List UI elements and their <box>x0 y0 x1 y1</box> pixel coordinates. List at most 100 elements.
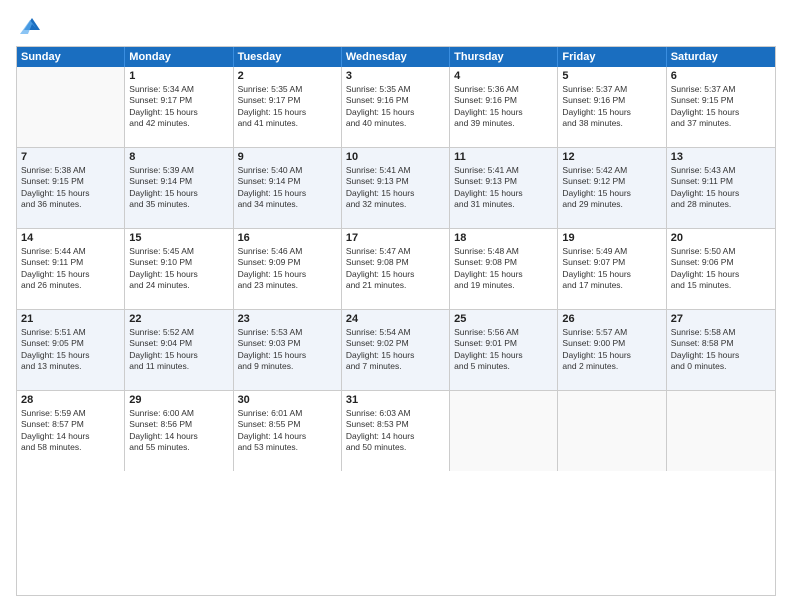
cell-line: Daylight: 15 hours <box>346 269 445 280</box>
cell-line: Sunset: 9:11 PM <box>671 176 771 187</box>
cell-line: Sunrise: 5:42 AM <box>562 165 661 176</box>
cell-line: Sunrise: 5:38 AM <box>21 165 120 176</box>
day-number: 12 <box>562 151 661 163</box>
cell-line: and 7 minutes. <box>346 361 445 372</box>
cell-line: Sunset: 9:05 PM <box>21 338 120 349</box>
day-number: 23 <box>238 313 337 325</box>
cell-line: Sunset: 9:04 PM <box>129 338 228 349</box>
cell-line: Sunrise: 5:37 AM <box>562 84 661 95</box>
cell-line: Daylight: 15 hours <box>671 269 771 280</box>
cell-line: and 39 minutes. <box>454 118 553 129</box>
calendar-cell: 7 Sunrise: 5:38 AMSunset: 9:15 PMDaylight… <box>17 148 125 228</box>
cell-line: Sunrise: 5:45 AM <box>129 246 228 257</box>
cell-line: and 13 minutes. <box>21 361 120 372</box>
calendar-cell: 27Sunrise: 5:58 AMSunset: 8:58 PMDayligh… <box>667 310 775 390</box>
calendar-cell: 5Sunrise: 5:37 AMSunset: 9:16 PMDaylight… <box>558 67 666 147</box>
calendar-body: 1Sunrise: 5:34 AMSunset: 9:17 PMDaylight… <box>17 67 775 471</box>
day-number: 7 <box>21 151 120 163</box>
cell-line: Sunrise: 5:54 AM <box>346 327 445 338</box>
calendar-cell <box>558 391 666 471</box>
cell-line: Sunset: 8:58 PM <box>671 338 771 349</box>
cell-line: Daylight: 15 hours <box>129 188 228 199</box>
cell-line: Daylight: 15 hours <box>129 269 228 280</box>
cell-line: Sunrise: 5:46 AM <box>238 246 337 257</box>
cell-line: Sunset: 9:17 PM <box>238 95 337 106</box>
cell-line: and 2 minutes. <box>562 361 661 372</box>
cell-line: Daylight: 15 hours <box>238 350 337 361</box>
cell-line: Sunset: 9:13 PM <box>346 176 445 187</box>
cell-line: and 21 minutes. <box>346 280 445 291</box>
cell-line: Sunset: 9:14 PM <box>238 176 337 187</box>
cell-line: Sunrise: 5:34 AM <box>129 84 228 95</box>
cell-line: Sunrise: 5:50 AM <box>671 246 771 257</box>
day-number: 20 <box>671 232 771 244</box>
cell-line: Sunset: 9:06 PM <box>671 257 771 268</box>
cell-line: Sunset: 9:15 PM <box>671 95 771 106</box>
cell-line: Sunset: 9:07 PM <box>562 257 661 268</box>
logo <box>16 16 44 36</box>
cell-line: Sunset: 9:08 PM <box>454 257 553 268</box>
cell-line: Daylight: 14 hours <box>238 431 337 442</box>
calendar-row-1: 7Sunrise: 5:38 AMSunset: 9:15 PMDaylight… <box>17 148 775 229</box>
header-day-wednesday: Wednesday <box>342 47 450 67</box>
cell-line: Sunrise: 5:47 AM <box>346 246 445 257</box>
cell-line: and 36 minutes. <box>21 199 120 210</box>
cell-line: and 34 minutes. <box>238 199 337 210</box>
cell-line: and 28 minutes. <box>671 199 771 210</box>
cell-line: Sunset: 9:17 PM <box>129 95 228 106</box>
cell-line: Daylight: 14 hours <box>129 431 228 442</box>
cell-line: and 26 minutes. <box>21 280 120 291</box>
calendar-cell: 10Sunrise: 5:41 AMSunset: 9:13 PMDayligh… <box>342 148 450 228</box>
day-number: 11 <box>454 151 553 163</box>
cell-line: Sunset: 9:03 PM <box>238 338 337 349</box>
cell-line: Daylight: 15 hours <box>454 269 553 280</box>
cell-line: Daylight: 15 hours <box>346 107 445 118</box>
day-number: 28 <box>21 394 120 406</box>
header <box>16 16 776 36</box>
cell-line: Sunset: 9:00 PM <box>562 338 661 349</box>
calendar-cell: 18Sunrise: 5:48 AMSunset: 9:08 PMDayligh… <box>450 229 558 309</box>
day-number: 10 <box>346 151 445 163</box>
calendar-cell: 20 Sunrise: 5:50 AMSunset: 9:06 PMDayligh… <box>667 229 775 309</box>
cell-line: Sunrise: 5:35 AM <box>238 84 337 95</box>
cell-line: Sunset: 9:16 PM <box>562 95 661 106</box>
cell-line: Daylight: 15 hours <box>238 107 337 118</box>
calendar: SundayMondayTuesdayWednesdayThursdayFrid… <box>16 46 776 596</box>
cell-line: Sunrise: 5:36 AM <box>454 84 553 95</box>
cell-line: Sunrise: 5:41 AM <box>346 165 445 176</box>
calendar-cell: 23Sunrise: 5:53 AMSunset: 9:03 PMDayligh… <box>234 310 342 390</box>
cell-line: and 17 minutes. <box>562 280 661 291</box>
cell-line: Sunset: 9:13 PM <box>454 176 553 187</box>
day-number: 22 <box>129 313 228 325</box>
calendar-cell: 30Sunrise: 6:01 AMSunset: 8:55 PMDayligh… <box>234 391 342 471</box>
cell-line: Sunset: 9:16 PM <box>346 95 445 106</box>
cell-line: and 40 minutes. <box>346 118 445 129</box>
cell-line: Daylight: 15 hours <box>562 269 661 280</box>
day-number: 9 <box>238 151 337 163</box>
cell-line: Sunset: 9:08 PM <box>346 257 445 268</box>
cell-line: Daylight: 15 hours <box>21 188 120 199</box>
cell-line: Daylight: 15 hours <box>671 350 771 361</box>
cell-line: and 31 minutes. <box>454 199 553 210</box>
cell-line: Sunset: 9:10 PM <box>129 257 228 268</box>
cell-line: Sunrise: 6:00 AM <box>129 408 228 419</box>
cell-line: Sunset: 9:12 PM <box>562 176 661 187</box>
cell-line: and 23 minutes. <box>238 280 337 291</box>
calendar-cell: 15 Sunrise: 5:45 AMSunset: 9:10 PMDayligh… <box>125 229 233 309</box>
cell-line: Daylight: 15 hours <box>562 107 661 118</box>
cell-line: Sunrise: 5:57 AM <box>562 327 661 338</box>
cell-line: and 15 minutes. <box>671 280 771 291</box>
cell-line: Sunrise: 5:59 AM <box>21 408 120 419</box>
day-number: 15 <box>129 232 228 244</box>
calendar-cell: 11Sunrise: 5:41 AMSunset: 9:13 PMDayligh… <box>450 148 558 228</box>
cell-line: Sunset: 8:57 PM <box>21 419 120 430</box>
cell-line: and 35 minutes. <box>129 199 228 210</box>
cell-line: Daylight: 15 hours <box>238 269 337 280</box>
cell-line: Sunset: 9:15 PM <box>21 176 120 187</box>
day-number: 21 <box>21 313 120 325</box>
cell-line: Sunset: 9:09 PM <box>238 257 337 268</box>
calendar-row-4: 28 Sunrise: 5:59 AMSunset: 8:57 PM Dayligh… <box>17 391 775 471</box>
cell-line: Daylight: 15 hours <box>238 188 337 199</box>
cell-line: Sunrise: 5:37 AM <box>671 84 771 95</box>
cell-line: Sunset: 9:14 PM <box>129 176 228 187</box>
